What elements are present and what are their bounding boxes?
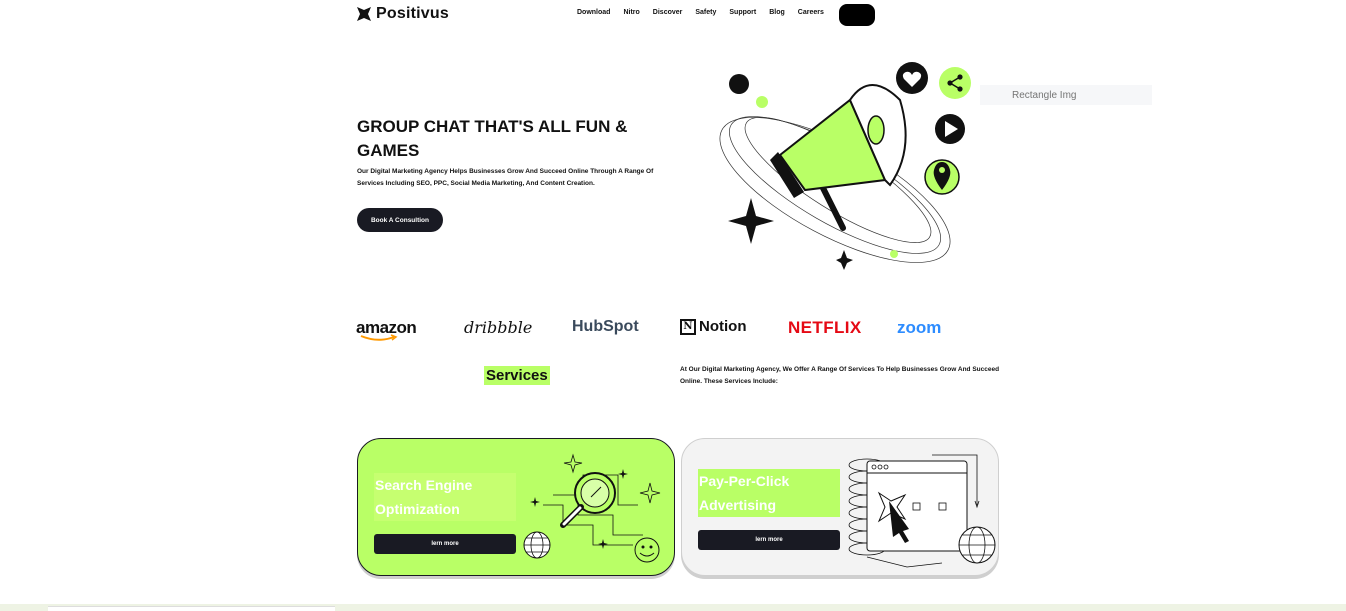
amazon-smile-icon xyxy=(360,334,398,341)
nav-discover[interactable]: Discover xyxy=(653,9,683,16)
brand-name: Positivus xyxy=(376,5,449,22)
service-card-title: Pay-Per-Click Advertising xyxy=(698,469,840,517)
nav-safety[interactable]: Safety xyxy=(695,9,716,16)
notion-icon: N xyxy=(680,318,696,335)
dribbble-logo: dribbble xyxy=(464,318,533,337)
main-nav: Download Nitro Discover Safety Support B… xyxy=(577,9,837,16)
notion-wordmark: Notion xyxy=(699,318,747,335)
seo-magnifier-illustration xyxy=(523,453,661,563)
nav-careers[interactable]: Careers xyxy=(798,9,824,16)
brand-logo[interactable]: Positivus xyxy=(356,5,449,23)
hubspot-logo: HubSpot xyxy=(572,318,639,335)
service-card-ppc: Pay-Per-Click Advertising lern more xyxy=(681,438,999,576)
header-cta-button[interactable] xyxy=(839,4,875,26)
positivus-logo-icon xyxy=(357,7,371,21)
service-card-seo: Search Engine Optimization lern more xyxy=(357,438,675,576)
learn-more-button[interactable]: lern more xyxy=(698,530,840,550)
nav-blog[interactable]: Blog xyxy=(769,9,785,16)
ppc-browser-illustration xyxy=(848,454,996,568)
learn-more-button[interactable]: lern more xyxy=(374,534,516,554)
notion-logo: N Notion xyxy=(680,318,746,335)
nav-support[interactable]: Support xyxy=(729,9,756,16)
hero-title: GROUP CHAT THAT'S ALL FUN & GAMES xyxy=(357,117,628,160)
site-header: Positivus Download Nitro Discover Safety… xyxy=(356,0,876,30)
client-logos: amazon dribbble HubSpot N Notion NETFLIX… xyxy=(356,312,956,342)
services-description: At Our Digital Marketing Agency, We Offe… xyxy=(680,366,1000,385)
nav-nitro[interactable]: Nitro xyxy=(623,9,639,16)
bottom-panel xyxy=(48,606,335,611)
book-consultation-button[interactable]: Book A Consultion xyxy=(357,208,443,232)
nav-download[interactable]: Download xyxy=(577,9,610,16)
service-card-title: Search Engine Optimization xyxy=(374,473,516,521)
megaphone-illustration xyxy=(719,62,971,270)
rectangle-image-field[interactable] xyxy=(980,85,1152,105)
zoom-logo: zoom xyxy=(897,318,942,337)
services-heading: Services xyxy=(484,366,550,385)
netflix-logo: NETFLIX xyxy=(788,318,862,337)
hero-description: Our Digital Marketing Agency Helps Busin… xyxy=(357,168,654,187)
